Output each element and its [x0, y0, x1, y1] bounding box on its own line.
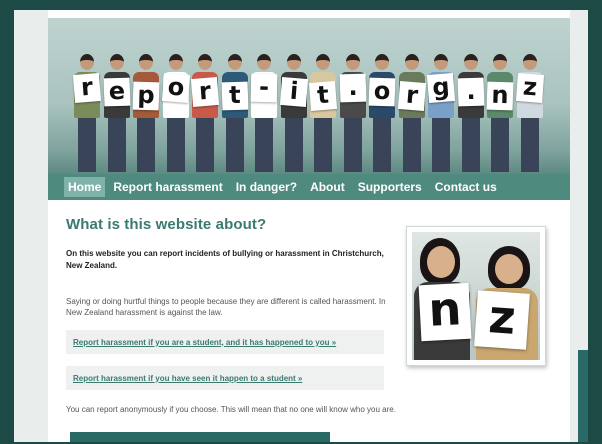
person-head	[257, 54, 271, 70]
header-person	[369, 54, 395, 172]
person-legs	[373, 118, 391, 172]
person-head	[139, 54, 153, 70]
header-person	[74, 54, 100, 172]
bottom-dark-button[interactable]	[70, 432, 330, 442]
person-head	[316, 54, 330, 70]
person-head	[375, 54, 389, 70]
logo-sign-letter: r	[190, 77, 220, 107]
header-person	[162, 54, 189, 172]
left-margin	[14, 10, 48, 442]
header-person	[487, 54, 513, 172]
person-head	[198, 54, 212, 70]
header-person	[310, 54, 336, 172]
person-head	[345, 54, 360, 70]
logo-sign-letter: i	[279, 77, 308, 107]
main-nav: Home Report harassment In danger? About …	[48, 174, 570, 200]
person-head	[227, 54, 242, 70]
logo-sign-letter: r	[72, 73, 102, 103]
intro-text: On this website you can report incidents…	[66, 249, 384, 270]
logo-sign-letter: o	[161, 72, 190, 103]
person-head	[286, 54, 301, 70]
person-head	[522, 54, 537, 70]
person-legs	[491, 118, 509, 172]
report-student-link[interactable]: Report harassment if you are a student, …	[73, 338, 336, 347]
header-person	[339, 54, 366, 172]
logo-sign-letter: -	[250, 73, 278, 103]
header-person	[251, 54, 277, 172]
person-legs	[78, 118, 96, 172]
header-person	[192, 54, 218, 172]
nav-contact-us[interactable]: Contact us	[430, 177, 502, 197]
person-legs	[255, 118, 273, 172]
browser-viewport: report-it.org.nz Home Report harassment …	[14, 10, 588, 442]
person-legs	[225, 118, 244, 172]
person-legs	[461, 118, 480, 172]
header-person	[516, 54, 543, 172]
person-legs	[520, 118, 539, 172]
person-head	[493, 54, 507, 70]
right-edge-strip	[578, 350, 588, 442]
logo-sign-letter: .	[457, 77, 484, 107]
person-legs	[107, 118, 126, 172]
person-legs	[137, 118, 155, 172]
anonymous-text: You can report anonymously if you choose…	[66, 405, 396, 414]
logo-sign-letter: o	[368, 77, 396, 107]
logo-sign-letter: .	[339, 73, 366, 103]
logo-sign-letter: p	[132, 81, 160, 111]
nav-report-harassment[interactable]: Report harassment	[108, 177, 227, 197]
person-head	[80, 54, 94, 70]
report-student-link-box[interactable]: Report harassment if you are a student, …	[66, 330, 384, 354]
logo-sign-letter: g	[426, 72, 456, 103]
person-head	[404, 54, 419, 70]
header-person	[457, 54, 484, 172]
nav-about[interactable]: About	[305, 177, 350, 197]
header-person	[428, 54, 454, 172]
person-legs	[402, 118, 421, 172]
person-legs	[343, 118, 362, 172]
nav-in-danger[interactable]: In danger?	[231, 177, 302, 197]
person-head	[463, 54, 478, 70]
person-legs	[196, 118, 214, 172]
person-legs	[314, 118, 332, 172]
person-legs	[166, 118, 185, 172]
person-legs	[284, 118, 303, 172]
report-witness-link-box[interactable]: Report harassment if you have seen it ha…	[66, 366, 384, 390]
photo-sign-z: z	[474, 289, 530, 350]
nav-home[interactable]: Home	[64, 177, 106, 197]
person-head	[168, 54, 183, 70]
person-head	[434, 54, 448, 70]
person-head	[109, 54, 124, 70]
photo-image: n z	[412, 232, 540, 360]
person-left-face	[427, 246, 455, 278]
page-title: What is this website about?	[66, 216, 267, 233]
logo-sign-letter: t	[308, 81, 338, 111]
nz-photo: n z	[406, 226, 546, 366]
header-person	[133, 54, 159, 172]
logo-sign-letter: t	[221, 81, 248, 111]
header-person	[280, 54, 307, 172]
person-legs	[432, 118, 450, 172]
header-person	[221, 54, 248, 172]
logo-sign-letter: e	[103, 77, 130, 107]
header-person	[103, 54, 130, 172]
header-person	[398, 54, 425, 172]
harassment-definition: Saying or doing hurtful things to people…	[66, 297, 386, 317]
person-right-face	[495, 254, 523, 284]
logo-sign-letter: z	[515, 72, 544, 103]
logo-sign-letter: r	[397, 81, 426, 111]
report-witness-link[interactable]: Report harassment if you have seen it ha…	[73, 374, 302, 383]
nav-supporters[interactable]: Supporters	[353, 177, 427, 197]
photo-sign-n: n	[418, 281, 472, 342]
header-banner: report-it.org.nz	[48, 18, 570, 174]
logo-sign-letter: n	[486, 81, 514, 111]
